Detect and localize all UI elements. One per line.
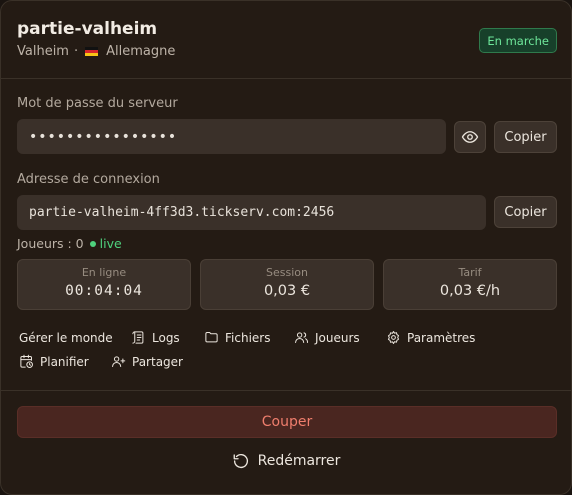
files-label: Fichiers: [225, 330, 271, 345]
stat-label: Tarif: [458, 266, 482, 279]
password-field[interactable]: ••••••••••••••••: [17, 119, 446, 154]
copy-password-button[interactable]: Copier: [494, 121, 557, 153]
restart-label: Redémarrer: [257, 453, 341, 469]
schedule-button[interactable]: Planifier: [19, 354, 89, 369]
restart-server-button[interactable]: Redémarrer: [1, 452, 571, 470]
status-badge: En marche: [479, 28, 557, 53]
settings-label: Paramètres: [407, 330, 476, 345]
gear-icon: [387, 331, 400, 344]
manage-world-button[interactable]: Gérer le monde: [19, 331, 113, 345]
connection-address: partie-valheim-4ff3d3.tickserv.com:2456: [29, 205, 335, 220]
live-dot-icon: [89, 240, 96, 247]
stat-value: 00:04:04: [65, 283, 143, 299]
players-count: Joueurs : 0: [17, 236, 84, 251]
stat-rate: Tarif 0,03 €/h: [383, 259, 557, 310]
server-subtitle: Valheim · Allemagne: [17, 44, 175, 59]
game-name: Valheim: [17, 44, 69, 59]
server-card: partie-valheim Valheim · Allemagne En ma…: [0, 0, 572, 495]
files-button[interactable]: Fichiers: [204, 330, 270, 345]
stop-server-button[interactable]: Couper: [17, 406, 557, 438]
connection-address-field[interactable]: partie-valheim-4ff3d3.tickserv.com:2456: [17, 195, 486, 230]
password-value: ••••••••••••••••: [29, 128, 178, 145]
password-label: Mot de passe du serveur: [17, 96, 178, 111]
users-icon: [295, 332, 308, 343]
live-indicator: live: [89, 236, 122, 251]
stat-uptime: En ligne 00:04:04: [17, 259, 191, 310]
stat-value: 0,03 €/h: [439, 283, 501, 299]
stat-label: En ligne: [81, 266, 127, 279]
actions-divider: [1, 390, 571, 391]
folder-icon: [205, 332, 218, 343]
players-status: Joueurs : 0 live: [17, 236, 122, 251]
settings-button[interactable]: Paramètres: [386, 330, 475, 345]
stat-session: Session 0,03 €: [200, 259, 374, 310]
stat-value: 0,03 €: [263, 283, 311, 299]
region-name: Allemagne: [106, 44, 176, 59]
logs-button[interactable]: Logs: [131, 330, 180, 345]
header-divider: [1, 78, 571, 79]
toggle-password-visibility-button[interactable]: [454, 121, 486, 153]
stat-label: Session: [266, 266, 308, 279]
schedule-label: Planifier: [40, 354, 89, 369]
share-label: Partager: [132, 354, 183, 369]
logs-label: Logs: [152, 330, 180, 345]
germany-flag-icon: [85, 47, 99, 56]
logs-icon: [132, 331, 144, 344]
connection-label: Adresse de connexion: [17, 172, 160, 187]
live-label: live: [99, 236, 122, 251]
server-name: partie-valheim: [17, 19, 158, 39]
players-button[interactable]: Joueurs: [294, 330, 360, 345]
players-button-label: Joueurs: [315, 330, 360, 345]
share-button[interactable]: Partager: [111, 354, 183, 369]
subtitle-separator: ·: [73, 44, 79, 59]
eye-icon: [461, 131, 479, 143]
user-plus-icon: [112, 356, 126, 367]
calendar-clock-icon: [20, 354, 33, 368]
copy-address-button[interactable]: Copier: [494, 196, 557, 228]
restart-icon: [233, 454, 248, 469]
manage-world-label: Gérer le monde: [19, 331, 113, 345]
